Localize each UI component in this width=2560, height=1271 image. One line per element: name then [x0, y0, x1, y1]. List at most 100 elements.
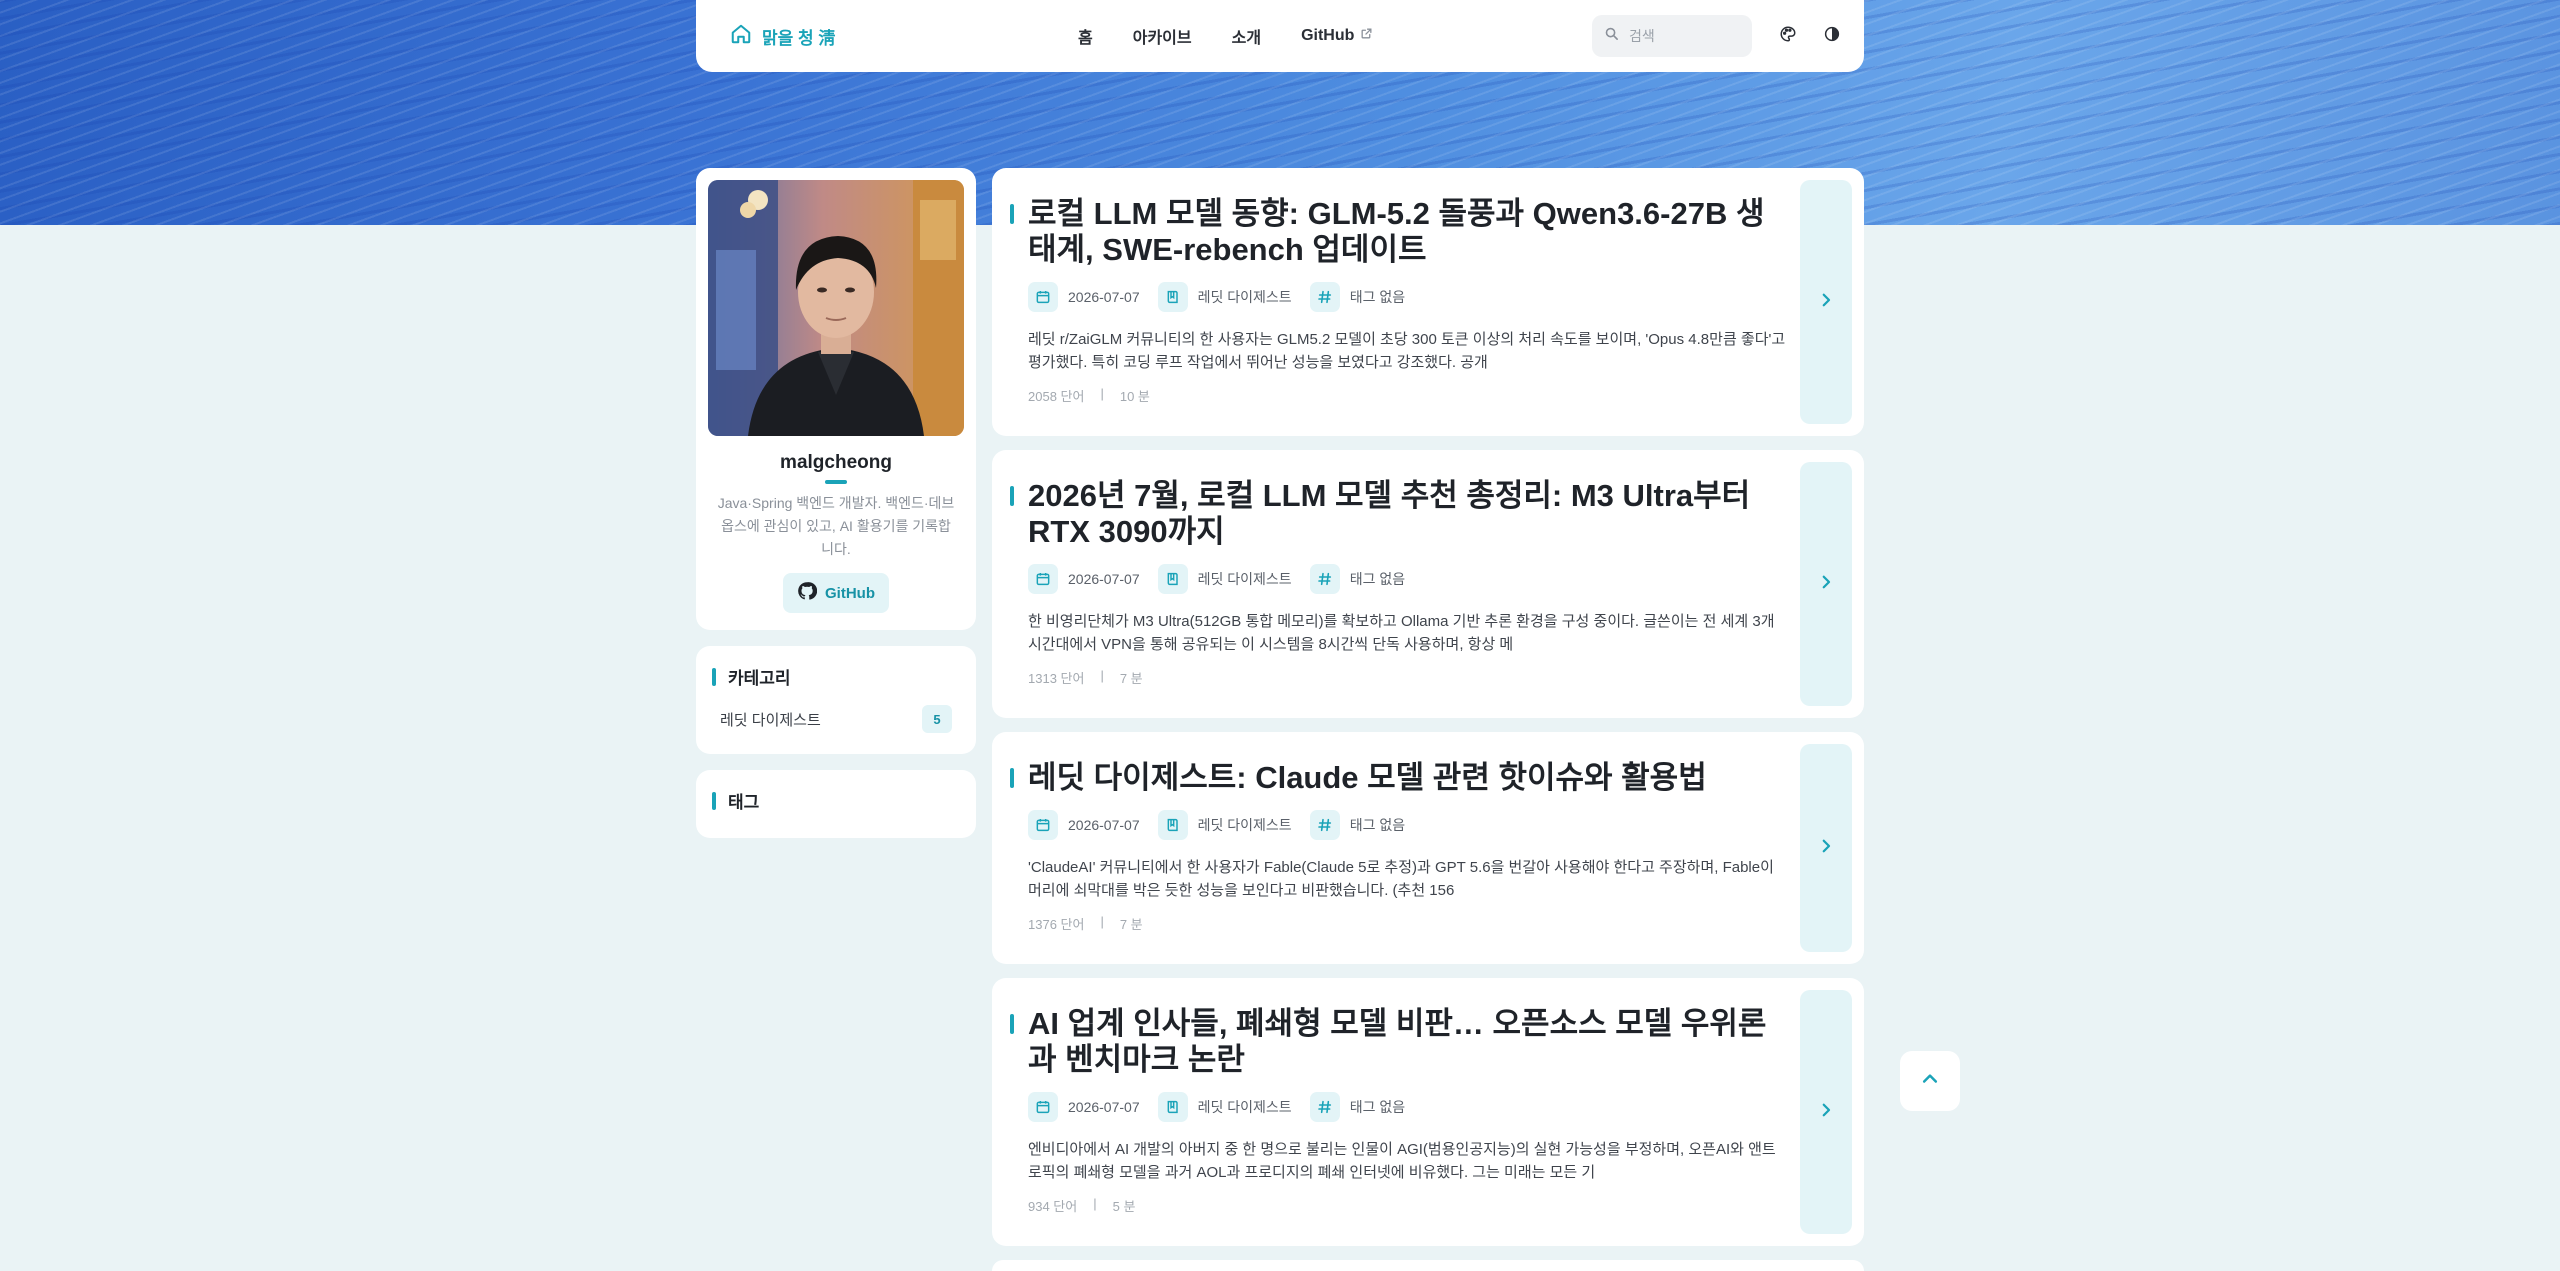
chevron-right-icon: [1817, 291, 1835, 314]
search-box[interactable]: [1592, 15, 1752, 57]
post-read-time: 5 분: [1112, 1199, 1136, 1214]
post-title[interactable]: AI 업계 인사들, 폐쇄형 모델 비판… 오픈소스 모델 우위론과 벤치마크 …: [1010, 1006, 1788, 1078]
hash-icon: [1309, 810, 1340, 840]
post-tags: 태그 없음: [1349, 1099, 1406, 1115]
post-word-count: 2058 단어: [1028, 389, 1085, 404]
post-category[interactable]: 레딧 다이제스트: [1198, 569, 1292, 589]
contrast-icon: [1823, 25, 1841, 48]
post-stats: 1313 단어 | 7 분: [1028, 668, 1788, 687]
stats-divider: |: [1100, 914, 1104, 929]
post-date: 2026-07-07: [1068, 1099, 1140, 1115]
calendar-icon: [1028, 810, 1058, 840]
post-card[interactable]: 2026년 7월, 로컬 LLM 모델 추천 총정리: M3 Ultra부터 R…: [992, 450, 1864, 718]
title-accent-bar: [712, 791, 716, 810]
search-input[interactable]: [1627, 27, 1737, 45]
post-open-button[interactable]: [1800, 744, 1852, 952]
post-meta: 2026-07-07 레딧 다이제스트 태그 없음: [1028, 282, 1788, 312]
post-open-button[interactable]: [1800, 990, 1852, 1234]
theme-palette-button[interactable]: [1774, 22, 1802, 50]
external-link-icon: [1360, 27, 1373, 45]
post-stats: 2058 단어 | 10 분: [1028, 386, 1788, 405]
post-open-button[interactable]: [1800, 180, 1852, 424]
calendar-icon: [1028, 564, 1058, 594]
category-item-label: 레딧 다이제스트: [720, 711, 821, 729]
profile-name-underline: [825, 480, 847, 484]
post-excerpt: 한 비영리단체가 M3 Ultra(512GB 통합 메모리)를 확보하고 Ol…: [1028, 613, 1775, 653]
post-category[interactable]: 레딧 다이제스트: [1198, 815, 1292, 835]
tag-widget-title: 태그: [712, 788, 960, 813]
book-icon: [1157, 810, 1188, 840]
tag-widget: 태그: [696, 770, 976, 838]
category-item[interactable]: 레딧 다이제스트 5: [712, 705, 960, 733]
book-icon: [1157, 282, 1188, 312]
nav-github[interactable]: GitHub: [1301, 27, 1373, 45]
main-nav: 홈 아카이브 소개 GitHub: [1078, 0, 1373, 72]
hash-icon: [1309, 564, 1340, 594]
category-widget: 카테고리 레딧 다이제스트 5: [696, 646, 976, 754]
chevron-right-icon: [1817, 837, 1835, 860]
nav-github-label: GitHub: [1301, 27, 1355, 44]
post-open-button[interactable]: [1800, 462, 1852, 706]
calendar-icon: [1028, 282, 1058, 312]
post-category[interactable]: 레딧 다이제스트: [1198, 287, 1292, 307]
nav-archive[interactable]: 아카이브: [1133, 24, 1192, 48]
chevron-right-icon: [1817, 1101, 1835, 1124]
post-meta: 2026-07-07 레딧 다이제스트 태그 없음: [1028, 1092, 1788, 1122]
avatar: [708, 180, 964, 436]
stats-divider: |: [1093, 1196, 1097, 1211]
chevron-right-icon: [1817, 573, 1835, 596]
profile-name: malgcheong: [780, 452, 892, 473]
stats-divider: |: [1100, 386, 1104, 401]
site-brand[interactable]: 맑을 청 淸: [730, 23, 835, 50]
github-icon: [797, 581, 818, 605]
post-category[interactable]: 레딧 다이제스트: [1198, 1097, 1292, 1117]
post-meta: 2026-07-07 레딧 다이제스트 태그 없음: [1028, 564, 1788, 594]
back-to-top-button[interactable]: [1900, 1051, 1960, 1111]
post-stats: 1376 단어 | 7 분: [1028, 914, 1788, 933]
post-title[interactable]: 로컬 LLM 모델 동향: GLM-5.2 돌풍과 Qwen3.6-27B 생태…: [1010, 196, 1788, 268]
post-card-partial[interactable]: [992, 1260, 1864, 1271]
post-card[interactable]: 레딧 다이제스트: Claude 모델 관련 핫이슈와 활용법 2026-07-…: [992, 732, 1864, 964]
category-item-count: 5: [922, 705, 952, 733]
top-navbar: 맑을 청 淸 홈 아카이브 소개 GitHub: [696, 0, 1864, 72]
post-date: 2026-07-07: [1068, 817, 1140, 833]
post-title[interactable]: 2026년 7월, 로컬 LLM 모델 추천 총정리: M3 Ultra부터 R…: [1010, 478, 1788, 550]
search-icon: [1604, 26, 1619, 46]
post-word-count: 1313 단어: [1028, 671, 1085, 686]
profile-github-label: GitHub: [825, 584, 875, 602]
post-excerpt: 레딧 r/ZaiGLM 커뮤니티의 한 사용자는 GLM5.2 모델이 초당 3…: [1028, 331, 1786, 371]
category-title-label: 카테고리: [728, 669, 791, 688]
post-card[interactable]: AI 업계 인사들, 폐쇄형 모델 비판… 오픈소스 모델 우위론과 벤치마크 …: [992, 978, 1864, 1246]
title-accent-bar: [712, 667, 716, 686]
profile-github-button[interactable]: GitHub: [783, 573, 889, 613]
calendar-icon: [1028, 1092, 1058, 1122]
tag-title-label: 태그: [728, 793, 760, 812]
post-card[interactable]: 로컬 LLM 모델 동향: GLM-5.2 돌풍과 Qwen3.6-27B 생태…: [992, 168, 1864, 436]
hash-icon: [1309, 1092, 1340, 1122]
post-word-count: 934 단어: [1028, 1199, 1078, 1214]
profile-bio: Java·Spring 백엔드 개발자. 백엔드·데브옵스에 관심이 있고, A…: [717, 495, 955, 557]
post-word-count: 1376 단어: [1028, 917, 1085, 932]
profile-card: malgcheong Java·Spring 백엔드 개발자. 백엔드·데브옵스…: [696, 168, 976, 630]
site-brand-label: 맑을 청 淸: [762, 28, 836, 48]
dark-mode-toggle[interactable]: [1818, 22, 1846, 50]
post-excerpt: 엔비디아에서 AI 개발의 아버지 중 한 명으로 불리는 인물이 AGI(범용…: [1028, 1141, 1776, 1181]
nav-about[interactable]: 소개: [1232, 24, 1261, 48]
post-title[interactable]: 레딧 다이제스트: Claude 모델 관련 핫이슈와 활용법: [1010, 760, 1788, 796]
post-meta: 2026-07-07 레딧 다이제스트 태그 없음: [1028, 810, 1788, 840]
post-tags: 태그 없음: [1349, 817, 1406, 833]
category-widget-title: 카테고리: [712, 664, 960, 689]
post-tags: 태그 없음: [1349, 289, 1406, 305]
post-stats: 934 단어 | 5 분: [1028, 1196, 1788, 1215]
palette-icon: [1779, 25, 1797, 48]
book-icon: [1157, 564, 1188, 594]
post-tags: 태그 없음: [1349, 571, 1406, 587]
post-date: 2026-07-07: [1068, 289, 1140, 305]
post-read-time: 7 분: [1119, 917, 1143, 932]
post-read-time: 10 분: [1119, 389, 1150, 404]
nav-home[interactable]: 홈: [1078, 24, 1093, 48]
home-icon: [730, 23, 752, 50]
post-read-time: 7 분: [1119, 671, 1143, 686]
chevron-up-icon: [1920, 1069, 1940, 1094]
post-date: 2026-07-07: [1068, 571, 1140, 587]
